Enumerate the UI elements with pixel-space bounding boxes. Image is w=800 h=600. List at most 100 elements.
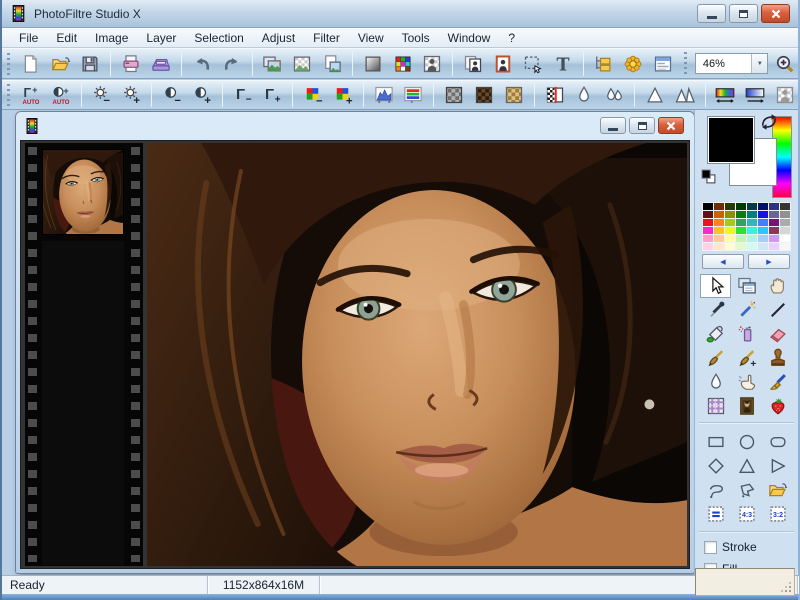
palette-color[interactable] <box>758 219 768 226</box>
menu-window[interactable]: Window <box>439 29 500 47</box>
palette-button[interactable] <box>390 51 416 77</box>
menu-edit[interactable]: Edit <box>47 29 86 47</box>
palette-color[interactable] <box>725 219 735 226</box>
pattern-tool[interactable] <box>700 394 731 418</box>
swap-colors-icon[interactable] <box>759 112 779 132</box>
pipette-tool[interactable] <box>700 298 731 322</box>
shape-ellipse-button[interactable] <box>731 430 762 454</box>
explorer-button[interactable] <box>591 51 617 77</box>
arrow-tool-tool[interactable] <box>700 274 731 298</box>
grad-range-button[interactable] <box>742 82 768 108</box>
palette-color[interactable] <box>747 219 757 226</box>
menu-adjust[interactable]: Adjust <box>253 29 304 47</box>
palette-color[interactable] <box>780 219 790 226</box>
gradient-button[interactable] <box>360 51 386 77</box>
gamma-auto-button[interactable] <box>18 82 44 108</box>
foreground-color-swatch[interactable] <box>707 116 755 164</box>
sat-minus-button[interactable] <box>300 82 326 108</box>
menu-selection[interactable]: Selection <box>185 29 252 47</box>
brush-tool[interactable] <box>700 346 731 370</box>
zoom-in-button[interactable] <box>772 51 798 77</box>
palette-color[interactable] <box>714 243 724 250</box>
ratio-eq-button[interactable] <box>700 502 731 526</box>
menu-image[interactable]: Image <box>86 29 137 47</box>
print-button[interactable] <box>118 51 144 77</box>
palette-color[interactable] <box>780 227 790 234</box>
palette-color[interactable] <box>725 227 735 234</box>
gamma-plus-button[interactable] <box>259 82 285 108</box>
menu-filter[interactable]: Filter <box>304 29 349 47</box>
minimize-button[interactable] <box>697 4 726 23</box>
plugin-button[interactable] <box>620 51 646 77</box>
palette-color[interactable] <box>736 235 746 242</box>
menu-help[interactable]: ? <box>499 29 524 47</box>
wand-tool[interactable] <box>731 298 762 322</box>
palette-color[interactable] <box>725 243 735 250</box>
levels-button[interactable] <box>401 82 427 108</box>
palette-color[interactable] <box>703 219 713 226</box>
palette-color[interactable] <box>780 203 790 210</box>
line-tool[interactable] <box>762 298 793 322</box>
strawberry-tool[interactable] <box>762 394 793 418</box>
sat-plus-button[interactable] <box>330 82 356 108</box>
menu-file[interactable]: File <box>10 29 47 47</box>
hue-range-button[interactable] <box>713 82 739 108</box>
hand-tool[interactable] <box>762 274 793 298</box>
drop-tool[interactable] <box>700 370 731 394</box>
palette-color[interactable] <box>747 235 757 242</box>
palette-color[interactable] <box>736 227 746 234</box>
shape-rrect-button[interactable] <box>762 430 793 454</box>
palette-color[interactable] <box>747 211 757 218</box>
menu-view[interactable]: View <box>349 29 393 47</box>
mosaic-gray-button[interactable] <box>441 82 467 108</box>
shape-rtri-button[interactable] <box>762 454 793 478</box>
palette-color[interactable] <box>714 235 724 242</box>
smudge-tool[interactable] <box>731 370 762 394</box>
palette-color[interactable] <box>758 227 768 234</box>
open-button[interactable] <box>762 478 793 502</box>
palette-prev-button[interactable]: ◀ <box>702 254 744 269</box>
artbrush-tool[interactable] <box>762 370 793 394</box>
palette-color[interactable] <box>747 243 757 250</box>
bright-minus-button[interactable] <box>89 82 115 108</box>
shape-lasso-button[interactable] <box>700 478 731 502</box>
shape-diamond-button[interactable] <box>700 454 731 478</box>
palette-color[interactable] <box>736 203 746 210</box>
ratio-32-button[interactable] <box>762 502 793 526</box>
redo-button[interactable] <box>219 51 245 77</box>
contrast-auto-button[interactable] <box>48 82 74 108</box>
tri-button[interactable] <box>642 82 668 108</box>
toolbar-gripper[interactable] <box>7 53 10 75</box>
close-button[interactable] <box>761 4 790 23</box>
reset-colors-icon[interactable] <box>700 168 717 185</box>
alpha-person-gray-button[interactable] <box>772 82 798 108</box>
alpha-person-button[interactable] <box>420 51 446 77</box>
palette-color[interactable] <box>758 235 768 242</box>
histogram-button[interactable] <box>371 82 397 108</box>
image-minimize-button[interactable] <box>600 117 626 134</box>
eraser-tool[interactable] <box>762 322 793 346</box>
palette-color[interactable] <box>736 243 746 250</box>
palette-color[interactable] <box>769 219 779 226</box>
palette-color[interactable] <box>758 203 768 210</box>
menu-layer[interactable]: Layer <box>137 29 185 47</box>
image-window-titlebar[interactable] <box>16 112 694 140</box>
palette-color[interactable] <box>714 219 724 226</box>
palette-color[interactable] <box>769 211 779 218</box>
contrast-plus-button[interactable] <box>189 82 215 108</box>
image-close-button[interactable] <box>658 117 684 134</box>
bucket-tool[interactable] <box>700 322 731 346</box>
drops2-button[interactable] <box>601 82 627 108</box>
resize-grip[interactable] <box>780 581 792 593</box>
mosaic-sepia-button[interactable] <box>501 82 527 108</box>
palette-color[interactable] <box>725 235 735 242</box>
scan-button[interactable] <box>148 51 174 77</box>
palette-color[interactable] <box>758 211 768 218</box>
palette-color[interactable] <box>769 227 779 234</box>
gamma-minus-button[interactable] <box>230 82 256 108</box>
palette-color[interactable] <box>780 235 790 242</box>
layers-mgr-tool[interactable] <box>731 274 762 298</box>
palette-color[interactable] <box>703 211 713 218</box>
save-button[interactable] <box>78 51 104 77</box>
palette-color[interactable] <box>736 211 746 218</box>
